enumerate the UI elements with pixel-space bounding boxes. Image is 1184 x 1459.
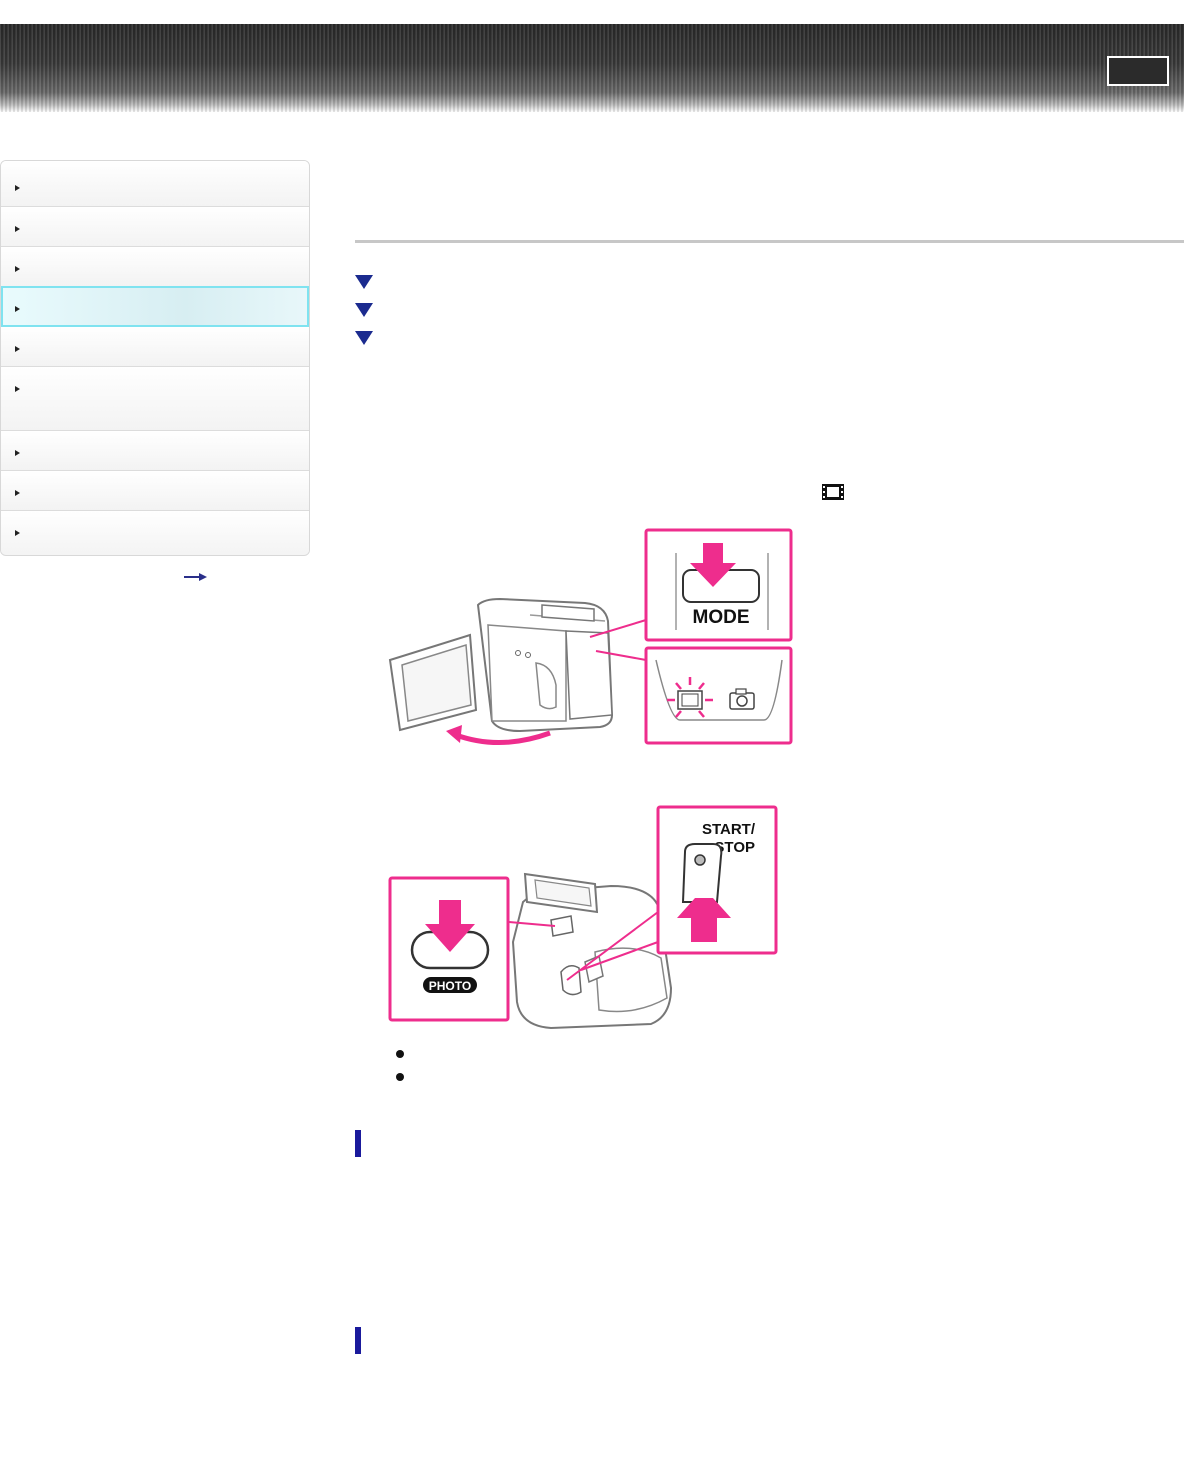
arrow-right-icon [15, 346, 20, 352]
arrow-right-icon [15, 185, 20, 191]
section-heading-marker [355, 1327, 361, 1354]
arrow-right-icon [15, 226, 20, 232]
sidebar-item-9[interactable] [1, 511, 309, 555]
list-bullet [396, 1050, 404, 1058]
arrow-right-icon[interactable] [184, 572, 208, 582]
arrow-right-icon [15, 386, 20, 392]
triangle-down-icon[interactable] [355, 331, 373, 345]
arrow-right-icon [15, 266, 20, 272]
sidebar-item-2[interactable] [1, 207, 309, 247]
sidebar-item-1[interactable] [1, 161, 309, 207]
sidebar-item-5[interactable] [1, 327, 309, 367]
sidebar-item-8[interactable] [1, 471, 309, 511]
sidebar-nav [0, 160, 310, 556]
arrow-right-icon [15, 490, 20, 496]
sidebar-item-3[interactable] [1, 247, 309, 287]
illustration-start-stop-photo: START/ STOP PHOTO [388, 805, 778, 1030]
movie-mode-icon [822, 484, 844, 500]
triangle-down-icon[interactable] [355, 275, 373, 289]
arrow-right-icon [15, 530, 20, 536]
help-guide-page: MODE START/ STOP PHOTO [0, 0, 1184, 1459]
mode-button-label: MODE [693, 607, 750, 628]
illustration-open-lcd-mode: MODE [388, 528, 793, 745]
section-heading-marker [355, 1130, 361, 1157]
sidebar-item-7[interactable] [1, 431, 309, 471]
list-bullet [396, 1073, 404, 1081]
title-divider [355, 240, 1184, 243]
start-stop-label-line1: START/ [702, 821, 756, 838]
sidebar-item-6[interactable] [1, 367, 309, 431]
sidebar-item-4-active[interactable] [1, 286, 309, 327]
header-banner [0, 24, 1184, 112]
photo-button-label: PHOTO [429, 979, 471, 993]
arrow-right-icon [15, 450, 20, 456]
triangle-down-icon[interactable] [355, 303, 373, 317]
arrow-right-icon [15, 306, 20, 312]
header-button[interactable] [1107, 56, 1169, 86]
